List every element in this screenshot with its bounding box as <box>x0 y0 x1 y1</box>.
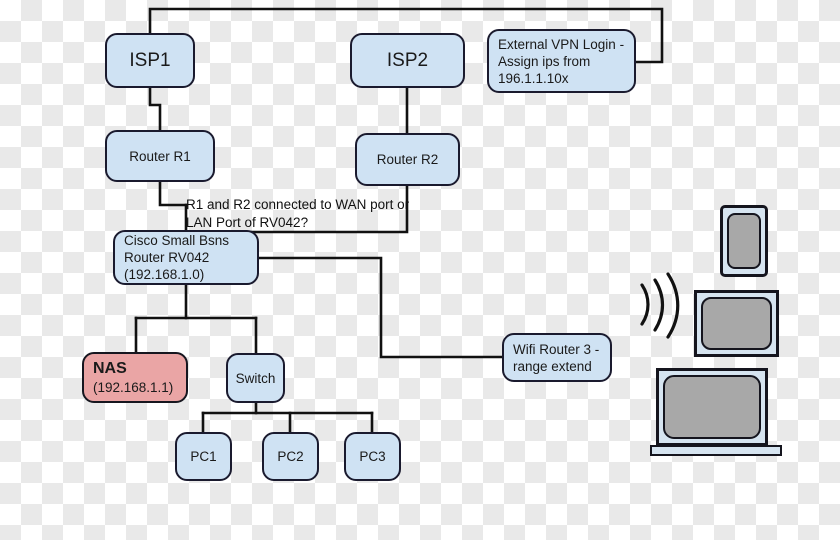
node-cisco-rv042-label: Cisco Small Bsns Router RV042 (192.168.1… <box>124 233 230 282</box>
node-pc1-label: PC1 <box>190 449 217 464</box>
node-pc2-label: PC2 <box>277 449 304 464</box>
laptop-base <box>650 445 782 456</box>
node-router-r2[interactable]: Router R2 <box>355 133 460 186</box>
node-router-r2-label: Router R2 <box>376 152 439 167</box>
node-wifi-router-3-label: Wifi Router 3 - range extend <box>513 341 600 374</box>
node-pc2[interactable]: PC2 <box>262 432 319 481</box>
node-nas[interactable]: NAS (192.168.1.1) <box>82 352 188 403</box>
laptop-screen <box>663 375 761 439</box>
node-external-vpn-login-label: External VPN Login - Assign ips from 196… <box>498 36 625 86</box>
tablet-monitor-icon <box>694 290 779 357</box>
annotation-wan-lan-question: R1 and R2 connected to WAN port or LAN P… <box>186 197 410 230</box>
node-isp2[interactable]: ISP2 <box>350 33 465 88</box>
tablet-monitor-screen <box>701 297 772 350</box>
laptop-lid <box>656 368 768 446</box>
smartphone-screen <box>727 213 761 269</box>
node-router-r1-label: Router R1 <box>129 148 191 164</box>
node-pc3-label: PC3 <box>359 449 386 464</box>
node-pc1[interactable]: PC1 <box>175 432 232 481</box>
node-switch[interactable]: Switch <box>226 353 285 403</box>
node-external-vpn-login[interactable]: External VPN Login - Assign ips from 196… <box>487 29 636 93</box>
node-isp1-label: ISP1 <box>129 50 171 71</box>
node-isp1[interactable]: ISP1 <box>105 33 195 88</box>
node-nas-title: NAS <box>93 359 127 377</box>
node-wifi-router-3[interactable]: Wifi Router 3 - range extend <box>502 333 612 382</box>
laptop-icon <box>650 368 782 462</box>
node-isp2-label: ISP2 <box>386 50 429 71</box>
node-router-r1[interactable]: Router R1 <box>105 130 215 182</box>
smartphone-icon <box>720 205 768 277</box>
node-nas-subtitle: (192.168.1.1) <box>93 379 174 395</box>
node-cisco-rv042[interactable]: Cisco Small Bsns Router RV042 (192.168.1… <box>113 230 259 285</box>
node-switch-label: Switch <box>235 370 276 386</box>
node-pc3[interactable]: PC3 <box>344 432 401 481</box>
